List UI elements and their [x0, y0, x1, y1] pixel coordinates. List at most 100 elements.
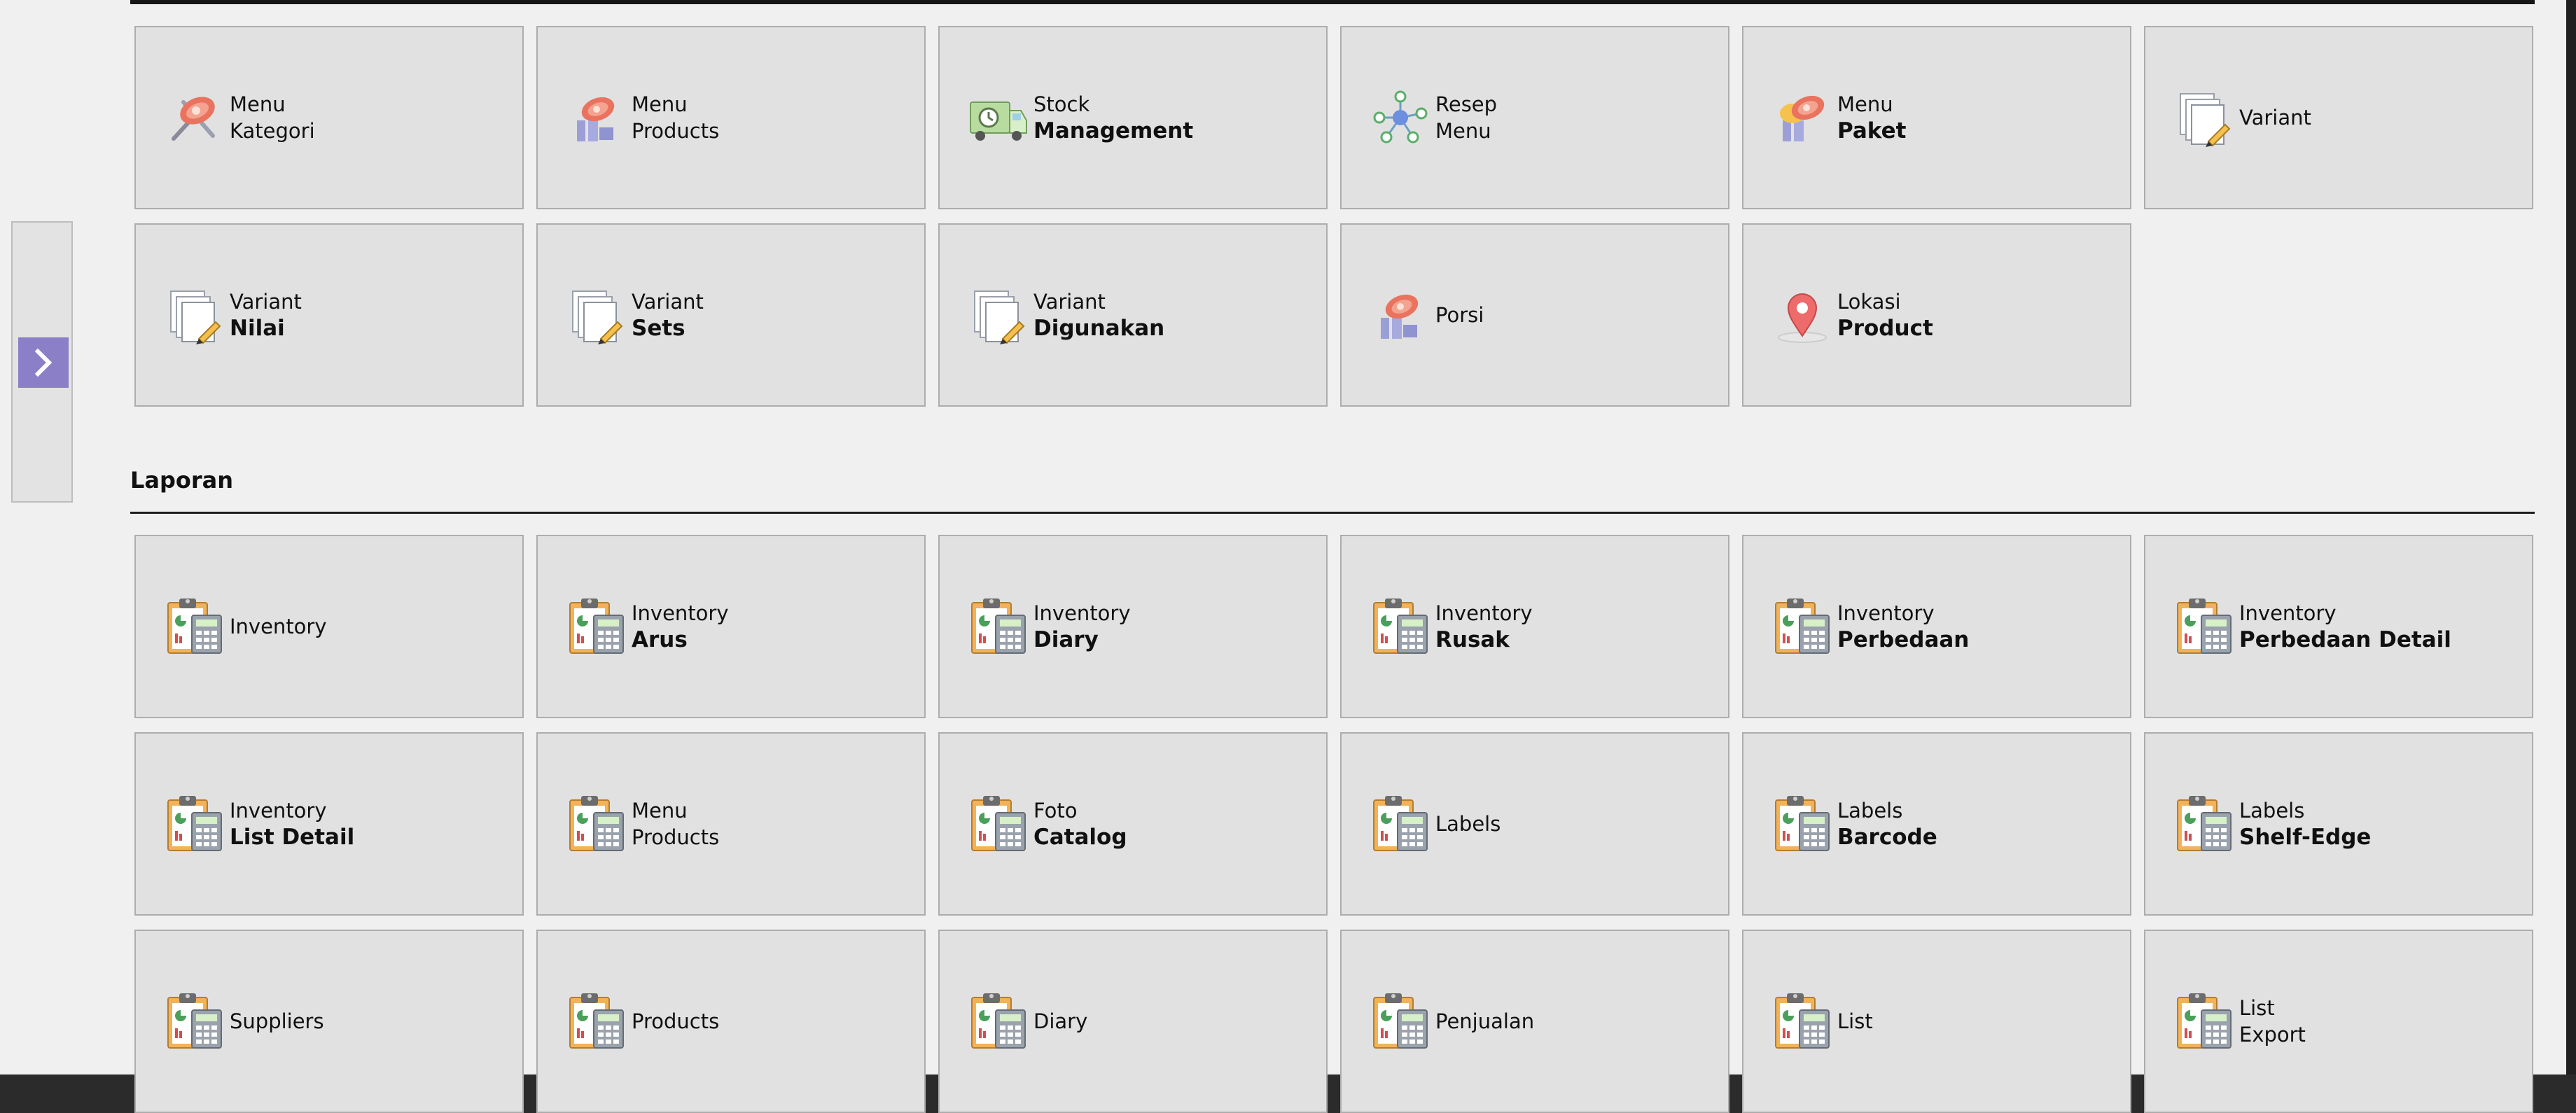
report-tile-suppliers[interactable]: Suppliers [134, 930, 524, 1113]
clipboard-report-icon [1370, 793, 1431, 855]
tile-porsi[interactable]: Porsi [1340, 223, 1729, 407]
clipboard-report-icon [566, 596, 627, 657]
tile-label-secondary: List Detail [230, 825, 355, 850]
tile-label-secondary: Menu [1435, 119, 1491, 143]
tile-label-secondary: Digunakan [1033, 316, 1165, 341]
report-tile-list-export[interactable]: List Export [2144, 930, 2533, 1113]
tile-label-primary: Stock [1033, 92, 1090, 116]
report-tile-inventory-list-detail[interactable]: Inventory List Detail [134, 732, 524, 916]
tile-label-secondary: Barcode [1837, 825, 1937, 850]
report-tile-foto-catalog[interactable]: Foto Catalog [938, 732, 1328, 916]
tile-variant-digunakan[interactable]: Variant Digunakan [938, 223, 1328, 407]
report-tile-list[interactable]: List [1742, 930, 2131, 1113]
tile-label-secondary: Management [1033, 118, 1194, 144]
tile-label-primary: Porsi [1435, 303, 1484, 327]
tile-label: List Export [2239, 995, 2306, 1048]
tile-label: Foto Catalog [1033, 797, 1127, 850]
tile-label: List [1837, 1008, 1873, 1035]
report-tile-diary[interactable]: Diary [938, 930, 1328, 1113]
report-tile-inventory-perbedaan-detail[interactable]: Inventory Perbedaan Detail [2144, 535, 2533, 718]
tile-label-primary: Inventory [632, 601, 729, 625]
tile-label-secondary: Perbedaan [1837, 627, 1970, 652]
report-tile-penjualan[interactable]: Penjualan [1340, 930, 1729, 1113]
tile-label: Menu Paket [1837, 91, 1906, 144]
tile-label-primary: Menu [632, 799, 688, 822]
tile-label-primary: Inventory [1837, 601, 1935, 625]
tile-label: Inventory List Detail [230, 797, 354, 850]
clipboard-report-icon [1771, 596, 1833, 657]
sidebar-expand-button[interactable] [18, 337, 69, 388]
tile-label: Variant [2239, 104, 2311, 131]
laporan-grid: Inventory Inventory Arus Inventory Diary… [134, 535, 2533, 1113]
tile-label-primary: Diary [1033, 1009, 1088, 1033]
truck-icon [968, 87, 1029, 148]
sidebar-toggle-panel[interactable] [11, 221, 73, 503]
report-tile-inventory-arus[interactable]: Inventory Arus [536, 535, 926, 718]
tile-label-primary: Menu [230, 92, 286, 116]
report-tile-labels-barcode[interactable]: Labels Barcode [1742, 732, 2131, 916]
tile-label: Suppliers [230, 1008, 324, 1035]
tile-label-secondary: Diary [1033, 627, 1099, 652]
tile-menu-kategori[interactable]: Menu Kategori [134, 26, 524, 209]
tile-label-primary: Inventory [230, 799, 327, 822]
tile-label-primary: Variant [1033, 290, 1106, 314]
tile-menu-products[interactable]: Menu Products [536, 26, 926, 209]
tile-label-primary: List [1837, 1009, 1873, 1033]
tile-label-primary: Lokasi [1837, 290, 1901, 314]
tile-label-secondary: Nilai [230, 316, 285, 341]
tile-label-secondary: Perbedaan Detail [2239, 627, 2451, 652]
tile-stock-management[interactable]: Stock Management [938, 26, 1328, 209]
window-right-edge [2566, 0, 2576, 1074]
tile-label-primary: Penjualan [1435, 1009, 1535, 1033]
report-tile-inventory-rusak[interactable]: Inventory Rusak [1340, 535, 1729, 718]
tile-label-secondary: Product [1837, 316, 1933, 341]
clipboard-report-icon [164, 990, 225, 1052]
tile-label: Inventory Perbedaan [1837, 600, 1969, 653]
tile-label-primary: Labels [1837, 799, 1903, 822]
clipboard-report-icon [1370, 596, 1431, 657]
documents-icon [164, 284, 225, 346]
tile-label-primary: Suppliers [230, 1009, 324, 1033]
clipboard-report-icon [1370, 990, 1431, 1052]
tile-label: Resep Menu [1435, 91, 1497, 144]
report-tile-menu-products[interactable]: Menu Products [536, 732, 926, 916]
report-tile-inventory-diary[interactable]: Inventory Diary [938, 535, 1328, 718]
report-tile-labels-shelf-edge[interactable]: Labels Shelf-Edge [2144, 732, 2533, 916]
tile-label-primary: Variant [632, 290, 704, 314]
clipboard-report-icon [968, 596, 1029, 657]
tile-label: Porsi [1435, 302, 1484, 328]
clipboard-report-icon [164, 596, 225, 657]
top-divider [130, 0, 2535, 4]
tile-label-primary: Products [632, 1009, 720, 1033]
tile-label-secondary: Kategori [230, 119, 315, 143]
tile-lokasi-product[interactable]: Lokasi Product [1742, 223, 2131, 407]
network-icon [1370, 87, 1431, 148]
tile-variant-sets[interactable]: Variant Sets [536, 223, 926, 407]
tile-label-primary: Inventory [2239, 601, 2337, 625]
clipboard-report-icon [2173, 596, 2235, 657]
tile-label: Variant Digunakan [1033, 288, 1164, 342]
clipboard-report-icon [2173, 990, 2235, 1052]
tile-menu-paket[interactable]: Menu Paket [1742, 26, 2131, 209]
clipboard-report-icon [2173, 793, 2235, 855]
clipboard-report-icon [1771, 793, 1833, 855]
tile-resep-menu[interactable]: Resep Menu [1340, 26, 1729, 209]
tile-variant[interactable]: Variant [2144, 26, 2533, 209]
tile-label-primary: Variant [2239, 106, 2311, 130]
tile-label: Labels [1435, 811, 1501, 837]
report-tile-inventory-perbedaan[interactable]: Inventory Perbedaan [1742, 535, 2131, 718]
tile-label-secondary: Products [632, 119, 720, 143]
tile-label-secondary: Paket [1837, 118, 1907, 144]
tile-label: Variant Sets [632, 288, 704, 342]
clipboard-report-icon [1771, 990, 1833, 1052]
tile-label-primary: Labels [2239, 799, 2305, 822]
report-tile-inventory[interactable]: Inventory [134, 535, 524, 718]
tile-label: Inventory [230, 613, 327, 640]
tile-label: Diary [1033, 1008, 1087, 1035]
clipboard-report-icon [566, 793, 627, 855]
tile-label-secondary: Arus [632, 627, 688, 652]
tile-variant-nilai[interactable]: Variant Nilai [134, 223, 524, 407]
report-tile-labels[interactable]: Labels [1340, 732, 1729, 916]
report-tile-products[interactable]: Products [536, 930, 926, 1113]
clipboard-report-icon [968, 793, 1029, 855]
